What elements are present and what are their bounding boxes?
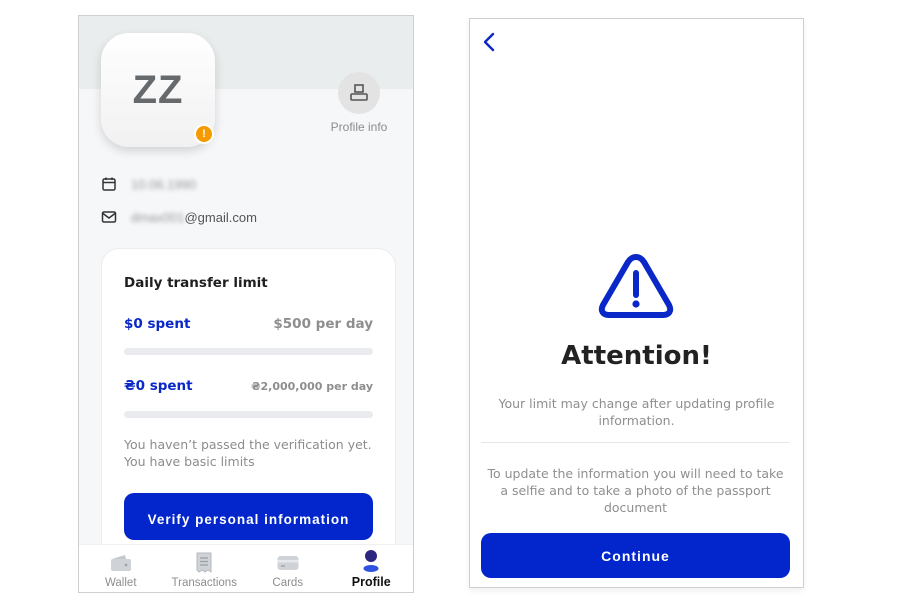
profile-info-icon (338, 72, 380, 114)
back-button[interactable] (478, 31, 500, 57)
nav-item-wallet[interactable]: Wallet (81, 551, 161, 589)
nav-label: Cards (272, 577, 304, 589)
email-domain: @gmail.com (184, 209, 257, 225)
attention-title: Attention! (561, 341, 712, 371)
spent-amount: ₴0 spent (124, 378, 193, 394)
chevron-left-icon (482, 32, 496, 56)
warning-badge-icon: ! (194, 124, 214, 144)
nav-label: Wallet (104, 577, 137, 589)
limit-row-uah: ₴0 spent ₴2,000,000 per day (124, 378, 373, 394)
limit-progress-bar (124, 411, 373, 418)
avatar-initials: ZZ (132, 67, 184, 112)
email-row: dmax001 @gmail.com (101, 209, 257, 225)
email-prefix: dmax001 (131, 209, 185, 225)
divider (481, 442, 789, 443)
card-icon (277, 551, 299, 575)
limit-progress-bar (124, 348, 373, 355)
nav-item-transactions[interactable]: Transactions (164, 551, 244, 589)
profile-icon (362, 549, 380, 573)
calendar-icon (101, 176, 117, 192)
nav-label: Profile (351, 575, 391, 589)
limit-row-usd: $0 spent $500 per day (124, 316, 373, 332)
limit-amount: ₴2,000,000 per day (251, 380, 373, 393)
daily-limit-card: Daily transfer limit $0 spent $500 per d… (101, 248, 396, 578)
limit-change-text: Your limit may change after updating pro… (498, 396, 775, 428)
spent-amount: $0 spent (124, 316, 191, 332)
birthdate-value: 10.06.1990 (131, 176, 197, 192)
nav-item-profile[interactable]: Profile (331, 549, 411, 589)
warning-triangle-icon (597, 251, 675, 325)
card-title: Daily transfer limit (124, 275, 268, 291)
update-requirements-text: To update the information you will need … (487, 466, 784, 515)
nav-label: Transactions (171, 577, 237, 589)
verify-personal-info-button[interactable]: Verify personal information (124, 493, 373, 540)
limit-amount: $500 per day (273, 316, 373, 332)
nav-item-cards[interactable]: Cards (248, 551, 328, 589)
profile-info-label: Profile info (330, 120, 388, 134)
bottom-nav: Wallet Transactions Cards Profile (79, 544, 413, 592)
mail-icon (101, 209, 117, 225)
continue-button[interactable]: Continue (481, 533, 790, 578)
receipt-icon (195, 551, 213, 575)
birthdate-row: 10.06.1990 (101, 176, 196, 192)
wallet-icon (110, 551, 132, 575)
profile-info-button[interactable]: Profile info (324, 72, 394, 134)
verification-note: You haven’t passed the verification yet.… (124, 437, 372, 469)
attention-screen: Attention! Your limit may change after u… (469, 18, 804, 588)
profile-screen: ZZ ! Profile info 10.06.1990 dmax001 @gm… (78, 15, 414, 593)
